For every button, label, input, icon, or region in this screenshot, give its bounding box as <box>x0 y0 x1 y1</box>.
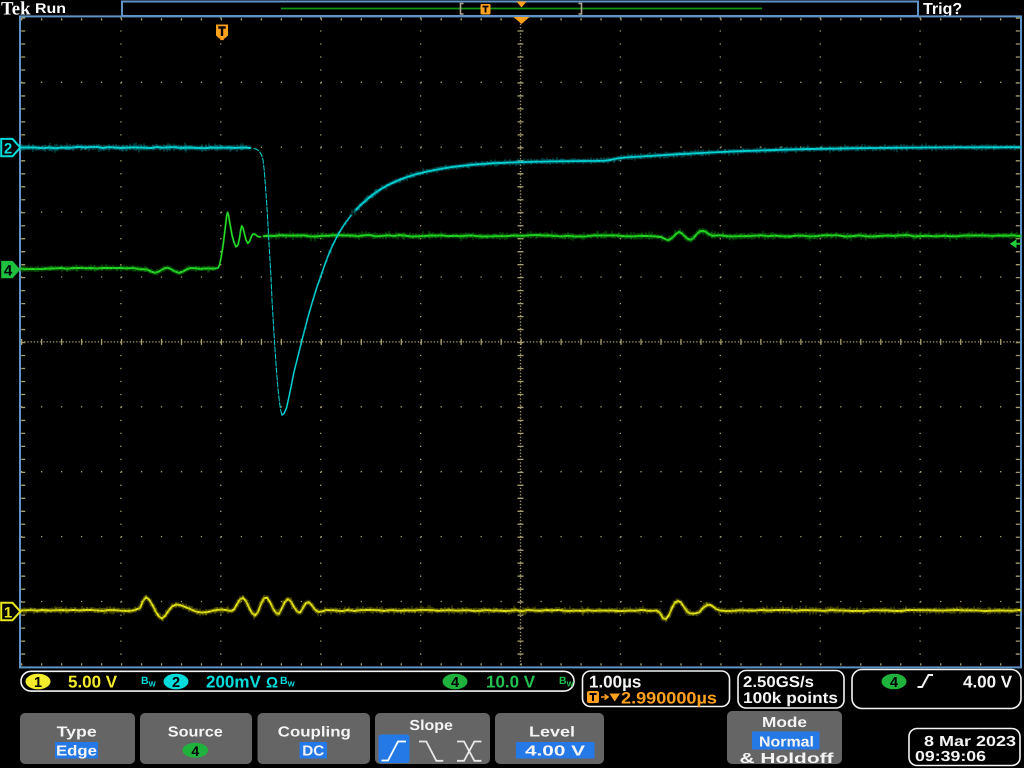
svg-text:4.00 V: 4.00 V <box>963 673 1013 692</box>
svg-text:Run: Run <box>35 0 66 16</box>
svg-text:4: 4 <box>191 743 199 759</box>
svg-text:2: 2 <box>172 675 180 691</box>
svg-text:2: 2 <box>4 141 12 158</box>
svg-text:8 Mar 2023: 8 Mar 2023 <box>924 734 1016 750</box>
svg-text:2.50GS/s: 2.50GS/s <box>743 674 814 691</box>
svg-text:4: 4 <box>451 675 459 691</box>
svg-text:1: 1 <box>34 675 42 691</box>
svg-text:Coupling: Coupling <box>278 725 351 741</box>
svg-text:4.00 V: 4.00 V <box>525 744 585 760</box>
svg-text:Edge: Edge <box>56 744 97 760</box>
svg-text:4: 4 <box>890 675 898 691</box>
svg-text:Normal: Normal <box>759 735 814 751</box>
svg-text:100k points: 100k points <box>743 690 838 707</box>
svg-text:2.990000µs: 2.990000µs <box>621 690 717 708</box>
svg-text:09:39:06: 09:39:06 <box>915 749 986 765</box>
svg-text:Mode: Mode <box>762 715 807 731</box>
svg-text:Source: Source <box>168 725 223 741</box>
svg-text:1: 1 <box>4 605 12 622</box>
svg-text:10.0 V: 10.0 V <box>486 673 536 692</box>
svg-text:Slope: Slope <box>409 718 453 734</box>
svg-text:Type: Type <box>57 725 97 741</box>
svg-text:5.00 V: 5.00 V <box>68 673 118 692</box>
svg-text:Level: Level <box>529 725 575 741</box>
svg-text:200mV: 200mV <box>206 673 261 692</box>
svg-text:Ω: Ω <box>266 675 278 692</box>
svg-text:4: 4 <box>4 263 13 280</box>
svg-text:& Holdoff: & Holdoff <box>740 751 834 767</box>
svg-text:DC: DC <box>302 744 325 760</box>
